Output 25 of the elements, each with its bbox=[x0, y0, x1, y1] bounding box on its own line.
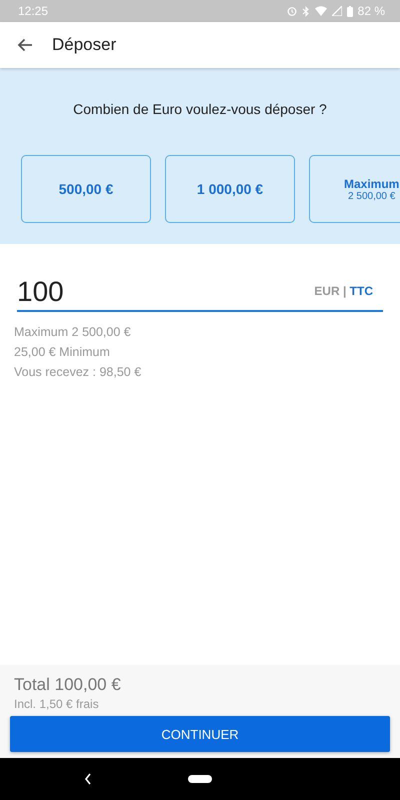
battery-icon bbox=[346, 6, 353, 16]
amount-preset[interactable]: 1 000,00 € bbox=[165, 155, 295, 223]
back-arrow-icon[interactable] bbox=[17, 38, 33, 52]
amount-field[interactable]: 100 EUR | TTC bbox=[17, 270, 383, 312]
total-text: Total 100,00 € bbox=[14, 675, 122, 695]
alarm-icon bbox=[286, 6, 297, 16]
wifi-icon bbox=[314, 6, 327, 16]
amount-preset[interactable]: 500,00 € bbox=[21, 155, 151, 223]
bluetooth-icon bbox=[302, 6, 310, 16]
hint-text: 25,00 € Minimum bbox=[14, 344, 111, 361]
continue-button[interactable]: CONTINUER bbox=[10, 716, 390, 752]
home-button[interactable] bbox=[188, 775, 212, 783]
amount-preset[interactable]: Maximum 2 500,00 € bbox=[309, 155, 400, 223]
fees-text: Incl. 1,50 € frais bbox=[14, 697, 100, 711]
currency-label: EUR bbox=[314, 284, 340, 298]
separator: | bbox=[342, 284, 346, 298]
hint-text: Vous recevez : 98,50 € bbox=[14, 364, 142, 381]
prompt-text: Combien de Euro voulez-vous déposer ? bbox=[72, 101, 328, 117]
battery-percent: 82 % bbox=[358, 4, 385, 18]
back-icon[interactable] bbox=[84, 773, 92, 785]
page-title: Déposer bbox=[52, 35, 116, 55]
status-time: 12:25 bbox=[18, 4, 48, 18]
signal-icon bbox=[332, 6, 342, 16]
tax-label: TTC bbox=[350, 284, 373, 298]
hint-text: Maximum 2 500,00 € bbox=[14, 324, 132, 341]
